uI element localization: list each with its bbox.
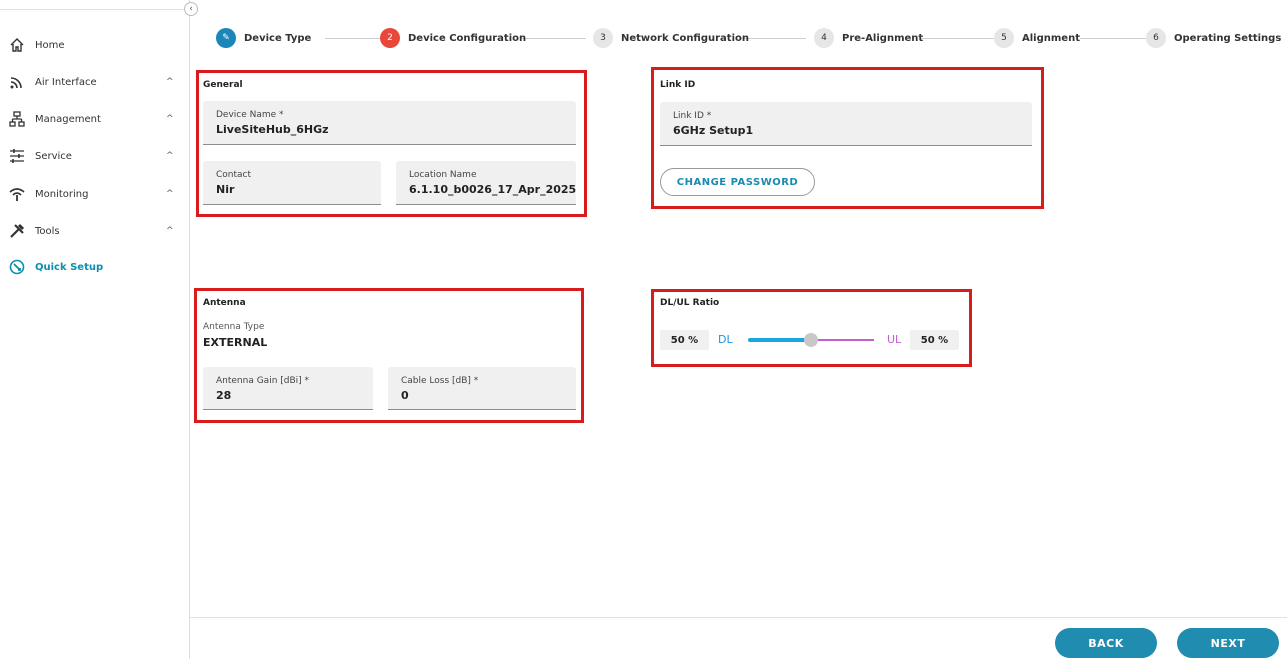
sidebar-item-tools[interactable]: Tools ^ — [0, 219, 190, 243]
device-name-field[interactable]: Device Name * LiveSiteHub_6HGz — [203, 101, 576, 145]
step-device-configuration[interactable]: 2 Device Configuration — [380, 28, 526, 48]
footer-divider — [190, 617, 1287, 618]
device-name-value: LiveSiteHub_6HGz — [216, 123, 329, 136]
antenna-type-label: Antenna Type — [203, 322, 265, 332]
step-connector — [1080, 38, 1146, 39]
link-id-field[interactable]: Link ID * 6GHz Setup1 — [660, 102, 1032, 146]
sliders-icon — [8, 147, 26, 165]
cable-loss-value: 0 — [401, 389, 409, 402]
slider-thumb[interactable] — [804, 333, 818, 347]
pencil-icon: ✎ — [216, 28, 236, 48]
sidebar-item-label: Tools — [35, 225, 60, 237]
dl-slider-track — [748, 338, 811, 342]
ul-slider-track — [811, 339, 874, 341]
step-pre-alignment[interactable]: 4 Pre-Alignment — [814, 28, 923, 48]
step-label: Network Configuration — [621, 32, 749, 44]
step-device-type[interactable]: ✎ Device Type — [216, 28, 311, 48]
sidebar-item-label: Home — [35, 39, 65, 51]
sidebar-item-label: Air Interface — [35, 76, 97, 88]
sidebar-item-management[interactable]: Management ^ — [0, 107, 190, 131]
link-id-label: Link ID * — [673, 111, 712, 121]
sidebar-item-monitoring[interactable]: Monitoring ^ — [0, 182, 190, 206]
step-connector — [740, 38, 806, 39]
location-name-label: Location Name — [409, 170, 477, 180]
chevron-up-icon[interactable]: ^ — [166, 226, 174, 236]
antenna-type-value: EXTERNAL — [203, 336, 268, 349]
sidebar-item-service[interactable]: Service ^ — [0, 144, 190, 168]
ul-percent-value: 50 % — [910, 330, 959, 350]
sidebar-item-air-interface[interactable]: Air Interface ^ — [0, 70, 190, 94]
wizard-stepper: ✎ Device Type 2 Device Configuration 3 N… — [190, 0, 1287, 70]
chevron-up-icon[interactable]: ^ — [166, 189, 174, 199]
signal-icon — [8, 185, 26, 203]
chevron-up-icon[interactable]: ^ — [166, 114, 174, 124]
cable-loss-label: Cable Loss [dB] * — [401, 376, 479, 386]
back-button[interactable]: BACK — [1055, 628, 1157, 658]
antenna-gain-label: Antenna Gain [dBi] * — [216, 376, 310, 386]
next-button[interactable]: NEXT — [1177, 628, 1279, 658]
chevron-up-icon[interactable]: ^ — [166, 151, 174, 161]
collapse-sidebar-button[interactable]: ‹ — [184, 2, 198, 16]
contact-label: Contact — [216, 170, 252, 180]
step-label: Pre-Alignment — [842, 32, 924, 44]
step-label: Alignment — [1022, 32, 1080, 44]
step-label: Device Configuration — [408, 32, 527, 44]
sidebar-divider — [0, 9, 190, 10]
step-operating-settings[interactable]: 6 Operating Settings — [1146, 28, 1281, 48]
change-password-button[interactable]: CHANGE PASSWORD — [660, 168, 815, 196]
link-id-value: 6GHz Setup1 — [673, 124, 754, 137]
step-label: Operating Settings — [1174, 32, 1282, 44]
sidebar-item-quick-setup[interactable]: Quick Setup — [0, 255, 190, 279]
contact-field[interactable]: Contact Nir — [203, 161, 381, 205]
tools-icon — [8, 222, 26, 240]
dl-ul-slider[interactable] — [748, 332, 874, 348]
step-connector — [325, 38, 381, 39]
sidebar-item-home[interactable]: Home — [0, 33, 190, 57]
location-name-field[interactable]: Location Name 6.1.10_b0026_17_Apr_2025 — [396, 161, 576, 205]
sidebar-item-label: Monitoring — [35, 188, 89, 200]
step-number: 2 — [380, 28, 400, 48]
step-label: Device Type — [244, 32, 312, 44]
device-name-label: Device Name * — [216, 110, 284, 120]
step-number: 3 — [593, 28, 613, 48]
dl-ul-ratio-title: DL/UL Ratio — [660, 298, 720, 308]
quick-setup-icon — [8, 258, 26, 276]
dl-label: DL — [718, 333, 733, 346]
sidebar-item-label: Quick Setup — [35, 261, 104, 273]
step-number: 4 — [814, 28, 834, 48]
general-section-title: General — [203, 80, 243, 90]
step-network-configuration[interactable]: 3 Network Configuration — [593, 28, 749, 48]
chevron-up-icon[interactable]: ^ — [166, 77, 174, 87]
cable-loss-field[interactable]: Cable Loss [dB] * 0 — [388, 367, 576, 410]
home-icon — [8, 36, 26, 54]
sidebar: Home Air Interface ^ Management ^ Servic… — [0, 0, 190, 659]
antenna-gain-value: 28 — [216, 389, 232, 402]
antenna-gain-field[interactable]: Antenna Gain [dBi] * 28 — [203, 367, 373, 410]
network-tree-icon — [8, 110, 26, 128]
contact-value: Nir — [216, 183, 235, 196]
link-id-section-title: Link ID — [660, 80, 696, 90]
location-name-value: 6.1.10_b0026_17_Apr_2025 — [409, 183, 577, 196]
ul-label: UL — [887, 333, 902, 346]
step-alignment[interactable]: 5 Alignment — [994, 28, 1080, 48]
sidebar-item-label: Management — [35, 113, 101, 125]
step-number: 6 — [1146, 28, 1166, 48]
sidebar-item-label: Service — [35, 150, 72, 162]
step-connector — [522, 38, 586, 39]
step-connector — [920, 38, 996, 39]
wireless-icon — [8, 73, 26, 91]
dl-percent-value: 50 % — [660, 330, 709, 350]
antenna-section-title: Antenna — [203, 298, 246, 308]
step-number: 5 — [994, 28, 1014, 48]
